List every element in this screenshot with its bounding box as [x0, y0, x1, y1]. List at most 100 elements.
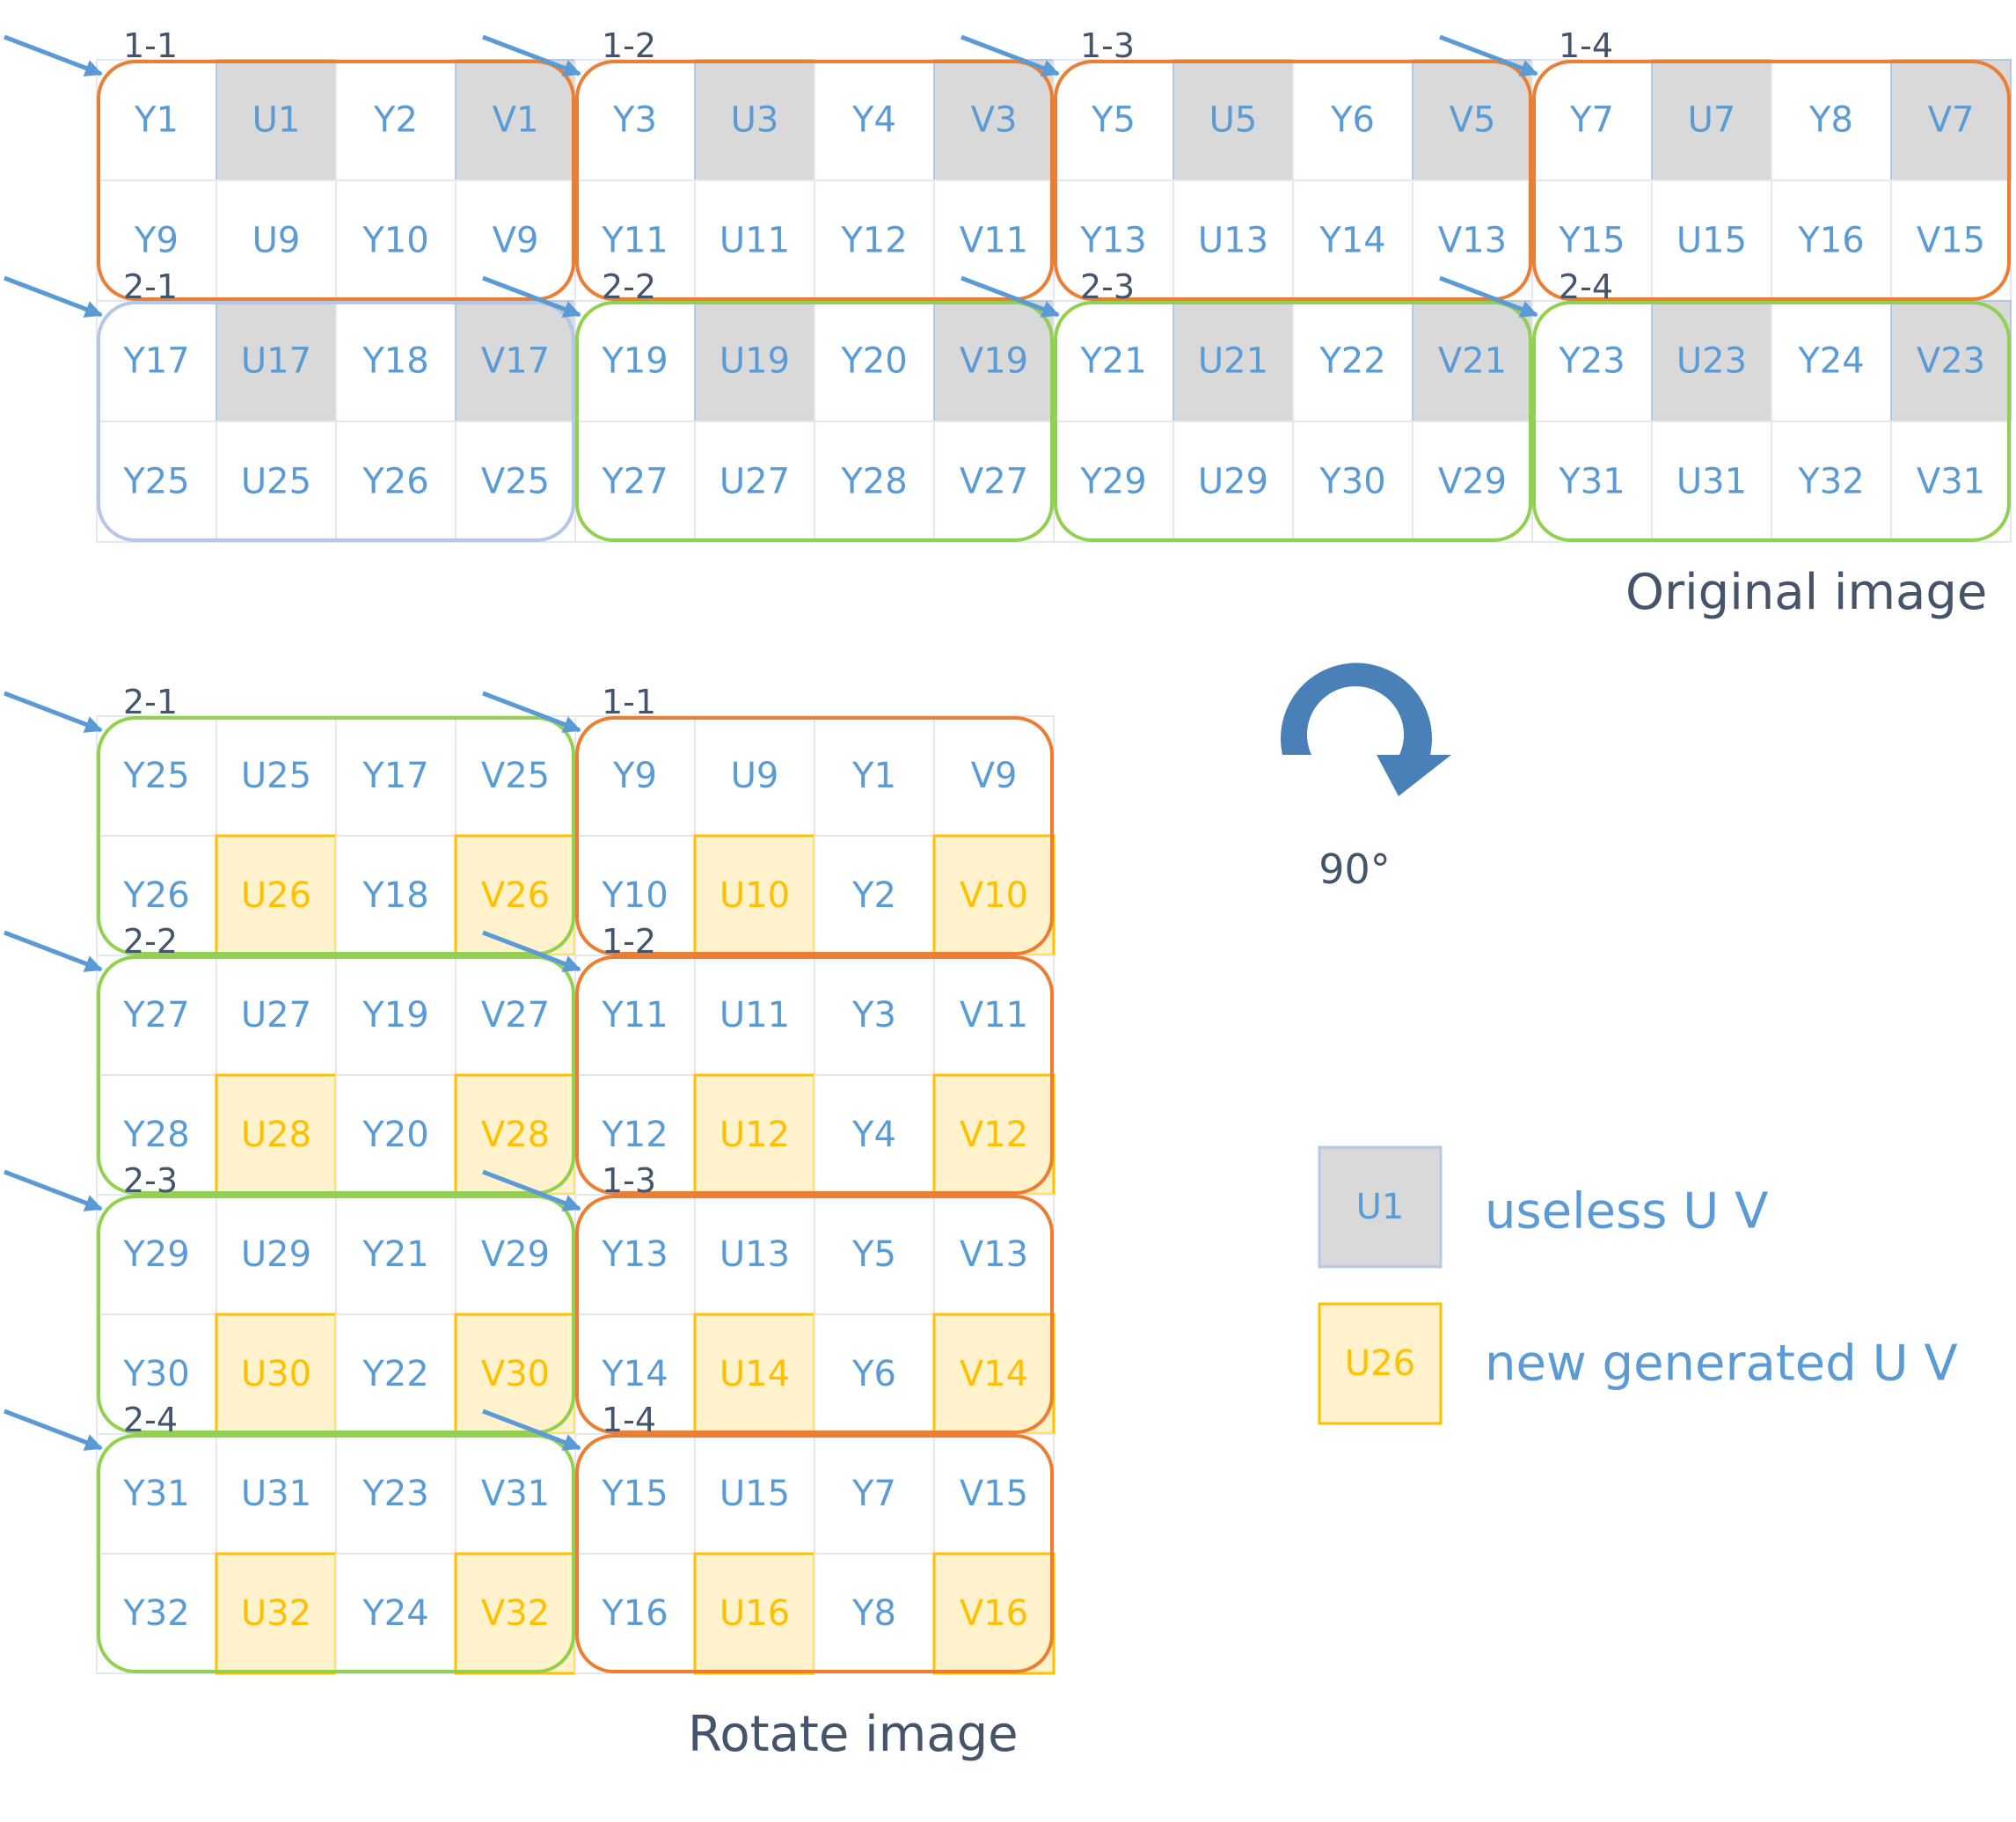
grid-cell-label: V15 [1917, 221, 1985, 261]
legend-gray-swatch-label: U1 [1356, 1187, 1405, 1227]
grid-cell-label: Y4 [851, 100, 896, 141]
grid-cell-label: U29 [1198, 462, 1268, 502]
grid-cell-label: Y6 [851, 1354, 896, 1394]
grid-cell-label: V9 [493, 221, 539, 261]
grid-cell-label: V1 [493, 100, 539, 141]
grid-cell-label: Y22 [362, 1354, 428, 1394]
grid-cell-label: U17 [241, 341, 311, 382]
grid-cell-label: Y18 [362, 875, 428, 916]
grid-cell-label: V10 [960, 875, 1028, 916]
grid-cell-label: Y29 [122, 1234, 189, 1275]
grid-cell-label: U31 [1676, 462, 1747, 502]
grid-cell-label: V29 [1438, 462, 1507, 502]
grid-cell-label: Y12 [601, 1115, 668, 1155]
block-group-label: 1-4 [602, 1401, 656, 1439]
block-group-label: 2-2 [123, 922, 178, 961]
grid-cell-label: Y23 [362, 1474, 428, 1514]
legend-yellow-swatch-label: U26 [1345, 1343, 1415, 1384]
grid-cell-label: Y18 [362, 341, 428, 382]
grid-cell-label: U30 [241, 1354, 311, 1394]
grid-cell-label: U27 [719, 462, 790, 502]
block-group-label: 2-1 [123, 683, 178, 721]
block-group-label: 2-2 [602, 267, 656, 306]
grid-cell-label: U5 [1209, 100, 1258, 141]
grid-cell-label: Y13 [601, 1234, 668, 1275]
grid-cell-label: Y15 [601, 1474, 668, 1514]
grid-cell-label: U12 [719, 1115, 790, 1155]
yuv-rotation-diagram: Y1 U1 Y2 V1 Y3 U3 Y4 V3 Y5 U5 Y6 V5 Y7 U7 Y8 V7 Y9 U9 Y10 V… [4, 26, 2012, 1763]
grid-cell-label: U15 [1676, 221, 1747, 261]
grid-cell-label: Y21 [362, 1234, 428, 1275]
block-start-arrow-icon [4, 930, 103, 972]
grid-cell-label: V21 [1438, 341, 1507, 382]
grid-cell-label: Y20 [362, 1115, 428, 1155]
block-group-label: 2-4 [123, 1401, 178, 1439]
grid-cell-label: U9 [731, 756, 779, 796]
block-group-label: 1-3 [602, 1161, 656, 1200]
grid-cell-label: U7 [1688, 100, 1736, 141]
grid-cell-label: U14 [719, 1354, 790, 1394]
grid-cell-label: U32 [241, 1593, 311, 1634]
grid-cell-label: V31 [481, 1474, 550, 1514]
grid-cell-label: Y28 [122, 1115, 189, 1155]
grid-cell-label: V25 [481, 756, 550, 796]
grid-cell-label: Y22 [1318, 341, 1385, 382]
grid-cell-label: V9 [971, 756, 1018, 796]
grid-cell-label: V13 [1438, 221, 1507, 261]
grid-cell-label: V16 [960, 1593, 1028, 1634]
block-group-label: 1-4 [1559, 26, 1613, 65]
grid-cell-label: U23 [1676, 341, 1747, 382]
grid-cell-label: Y15 [1558, 221, 1625, 261]
grid-cell-label: Y1 [851, 756, 896, 796]
grid-cell-label: Y11 [601, 995, 668, 1035]
grid-cell-label: Y6 [1330, 100, 1375, 141]
grid-cell-label: Y10 [601, 875, 668, 916]
grid-cell-label: Y29 [1079, 462, 1146, 502]
grid-cell-label: Y31 [1558, 462, 1625, 502]
grid-cell-label: V32 [481, 1593, 550, 1634]
grid-cell-label: Y5 [851, 1234, 896, 1275]
grid-cell-label: Y19 [362, 995, 428, 1035]
grid-cell-label: U25 [241, 462, 311, 502]
grid-cell-label: Y3 [851, 995, 896, 1035]
grid-cell-label: Y9 [612, 756, 657, 796]
grid-cell-label: U11 [719, 221, 790, 261]
grid-cell-label: V28 [481, 1115, 550, 1155]
grid-cell-label: U16 [719, 1593, 790, 1634]
grid-cell-label: Y26 [122, 875, 189, 916]
grid-cell-label: U3 [731, 100, 779, 141]
block-group-label: 2-4 [1559, 267, 1613, 306]
grid-cell-label: Y31 [122, 1474, 189, 1514]
grid-cell-label: V13 [960, 1234, 1028, 1275]
grid-cell-label: Y14 [1318, 221, 1385, 261]
grid-cell-label: V31 [1917, 462, 1985, 502]
grid-cell-label: Y25 [122, 756, 189, 796]
grid-cell-label: Y5 [1091, 100, 1136, 141]
grid-cell-label: U25 [241, 756, 311, 796]
grid-cell-label: V19 [960, 341, 1028, 382]
grid-cell-label: Y9 [134, 221, 179, 261]
grid-cell-label: Y14 [601, 1354, 668, 1394]
grid-cell-label: V17 [481, 341, 550, 382]
grid-cell-label: Y8 [851, 1593, 896, 1634]
legend-useless-uv-label: useless U V [1485, 1183, 1768, 1240]
grid-cell-label: Y2 [373, 100, 418, 141]
rotate-clockwise-icon [1281, 662, 1451, 796]
block-start-arrow-icon [4, 1409, 103, 1451]
grid-cell-label: V27 [481, 995, 550, 1035]
grid-cell-label: V3 [971, 100, 1018, 141]
grid-cell-label: Y7 [1569, 100, 1614, 141]
grid-cell-label: V11 [960, 995, 1028, 1035]
grid-cell-label: V14 [960, 1354, 1028, 1394]
grid-cell-label: V29 [481, 1234, 550, 1275]
grid-cell-label: Y17 [122, 341, 189, 382]
grid-cell-label: Y32 [1797, 462, 1864, 502]
grid-cell-label: Y1 [134, 100, 179, 141]
grid-cell-label: Y26 [362, 462, 428, 502]
original-image-caption: Original image [1625, 564, 1987, 621]
grid-cell-label: Y16 [601, 1593, 668, 1634]
grid-cell-label: V27 [960, 462, 1028, 502]
grid-cell-label: V30 [481, 1354, 550, 1394]
grid-cell-label: V11 [960, 221, 1028, 261]
grid-cell-label: Y24 [362, 1593, 428, 1634]
